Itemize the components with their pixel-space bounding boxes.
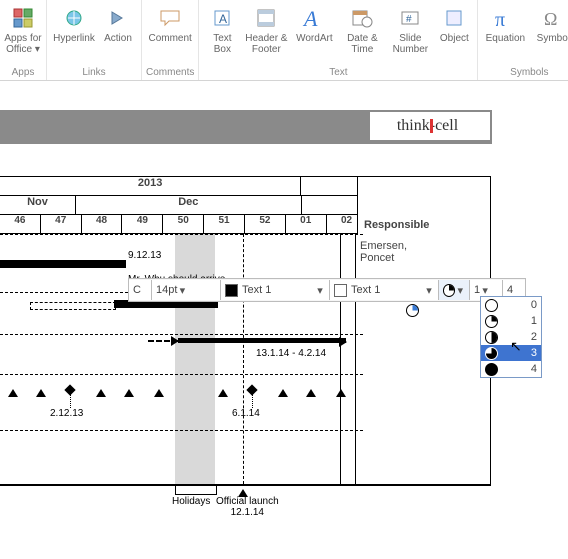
milestone-icon[interactable] bbox=[124, 384, 134, 397]
svg-text:#: # bbox=[406, 14, 412, 25]
event-label: Official launch 12.1.14 bbox=[216, 496, 279, 518]
line-color-dropdown[interactable]: Text 1▾ bbox=[330, 280, 439, 300]
milestone-label: 2.12.13 bbox=[50, 408, 83, 419]
milestone-icon[interactable] bbox=[336, 384, 346, 397]
action-icon bbox=[104, 4, 132, 32]
symbol-icon: Ω bbox=[539, 4, 567, 32]
ribbon-group-links: Hyperlink Action Links bbox=[47, 0, 142, 80]
milestone-icon[interactable] bbox=[154, 384, 164, 397]
chevron-down-icon: ▾ bbox=[424, 284, 434, 297]
wordart-icon: A bbox=[300, 4, 328, 32]
pie-icon bbox=[443, 284, 455, 297]
dropdown-option[interactable]: 0 bbox=[481, 297, 541, 313]
symbol-button[interactable]: ΩSymbol bbox=[530, 2, 568, 64]
ribbon-group-text: AText Box Header & Footer AWordArt Date … bbox=[199, 0, 478, 80]
year-2013: 2013 bbox=[0, 177, 301, 195]
milestone-icon[interactable] bbox=[218, 384, 228, 397]
floating-format-toolbar[interactable]: C 14pt▾ Text 1▾ Text 1▾ ▾ 1▾ 4 bbox=[128, 278, 526, 302]
svg-text:A: A bbox=[219, 12, 227, 26]
divider-line bbox=[340, 234, 341, 484]
dropdown-option[interactable]: 1 bbox=[481, 313, 541, 329]
svg-text:A: A bbox=[302, 6, 318, 30]
wordart-button[interactable]: AWordArt bbox=[291, 2, 337, 64]
slide-number-button[interactable]: #Slide Number bbox=[387, 2, 433, 64]
date-time-button[interactable]: Date & Time bbox=[339, 2, 385, 64]
prefix-field[interactable]: C bbox=[129, 280, 152, 300]
ribbon-group-apps: Apps for Office ▾ Apps bbox=[0, 0, 47, 80]
chevron-down-icon: ▾ bbox=[480, 284, 490, 297]
hyperlink-icon bbox=[60, 4, 88, 32]
svg-text:Ω: Ω bbox=[544, 9, 557, 29]
milestone-icon[interactable] bbox=[306, 384, 316, 397]
task-bar[interactable] bbox=[0, 260, 126, 268]
header-footer-button[interactable]: Header & Footer bbox=[243, 2, 289, 64]
object-button[interactable]: Object bbox=[435, 2, 473, 64]
milestone-icon[interactable] bbox=[278, 384, 288, 397]
slide-number-icon: # bbox=[396, 4, 424, 32]
task-bar-dashed[interactable] bbox=[30, 302, 116, 310]
task-label: 13.1.14 - 4.2.14 bbox=[256, 348, 326, 359]
responsible-header: Responsible bbox=[357, 177, 491, 236]
chevron-down-icon: ▾ bbox=[177, 284, 187, 297]
month-nov: Nov bbox=[0, 196, 76, 214]
milestone-icon[interactable] bbox=[96, 384, 106, 397]
font-size-dropdown[interactable]: 14pt▾ bbox=[152, 280, 221, 300]
range-label: Holidays bbox=[172, 496, 210, 507]
ribbon-group-symbols: πEquation ΩSymbol Symbols bbox=[478, 0, 568, 80]
range-bracket bbox=[175, 484, 217, 495]
divider-line bbox=[243, 234, 244, 484]
header-footer-icon bbox=[252, 4, 280, 32]
ribbon: Apps for Office ▾ Apps Hyperlink Action … bbox=[0, 0, 568, 81]
apps-for-office-button[interactable]: Apps for Office ▾ bbox=[4, 2, 42, 64]
responsible-cell: Emersen, Poncet bbox=[360, 240, 486, 264]
object-icon bbox=[440, 4, 468, 32]
pie-icon bbox=[485, 299, 498, 312]
text-box-button[interactable]: AText Box bbox=[203, 2, 241, 64]
gantt-body[interactable]: Emersen, Poncet 9.12.13 Mr. Whu should a… bbox=[0, 234, 490, 485]
apps-icon bbox=[9, 4, 37, 32]
dropdown-option-selected[interactable]: 3 bbox=[481, 345, 541, 361]
milestone-icon[interactable] bbox=[36, 384, 46, 397]
chevron-down-icon: ▾ bbox=[455, 284, 465, 297]
task-label: 9.12.13 bbox=[128, 250, 161, 261]
ribbon-group-comments: Comment Comments bbox=[142, 0, 199, 80]
equation-button[interactable]: πEquation bbox=[482, 2, 528, 64]
harvey-fill-dropdown[interactable]: ▾ bbox=[439, 280, 470, 300]
pie-icon bbox=[485, 363, 498, 376]
think-cell-logo: think-cell bbox=[370, 112, 490, 140]
month-dec: Dec bbox=[76, 196, 302, 214]
chevron-down-icon: ▾ bbox=[315, 284, 325, 297]
responsible-column: Emersen, Poncet bbox=[355, 234, 491, 484]
comment-icon bbox=[156, 4, 184, 32]
harvey-ball-icon[interactable] bbox=[406, 304, 419, 317]
dependency-arrow[interactable] bbox=[178, 338, 346, 343]
comment-button[interactable]: Comment bbox=[147, 2, 193, 64]
dropdown-option[interactable]: 2 bbox=[481, 329, 541, 345]
pie-icon bbox=[485, 347, 498, 360]
milestone-label: 6.1.14 bbox=[232, 408, 260, 419]
pie-icon bbox=[485, 331, 498, 344]
equation-icon: π bbox=[491, 4, 519, 32]
pie-icon bbox=[485, 315, 498, 328]
dependency-arrow[interactable] bbox=[148, 340, 178, 342]
milestone-icon[interactable] bbox=[8, 384, 18, 397]
svg-text:π: π bbox=[495, 9, 505, 30]
text-box-icon: A bbox=[208, 4, 236, 32]
harvey-ball-dropdown[interactable]: 0 1 2 3 4 bbox=[480, 296, 542, 378]
date-time-icon bbox=[348, 4, 376, 32]
holidays-range bbox=[175, 234, 215, 484]
fill-color-dropdown[interactable]: Text 1▾ bbox=[221, 280, 330, 300]
action-button[interactable]: Action bbox=[99, 2, 137, 64]
gantt-chart[interactable]: 2013 2014 Nov Dec Jan 464748495051520102… bbox=[0, 176, 491, 486]
dropdown-option[interactable]: 4 bbox=[481, 361, 541, 377]
hyperlink-button[interactable]: Hyperlink bbox=[51, 2, 97, 64]
